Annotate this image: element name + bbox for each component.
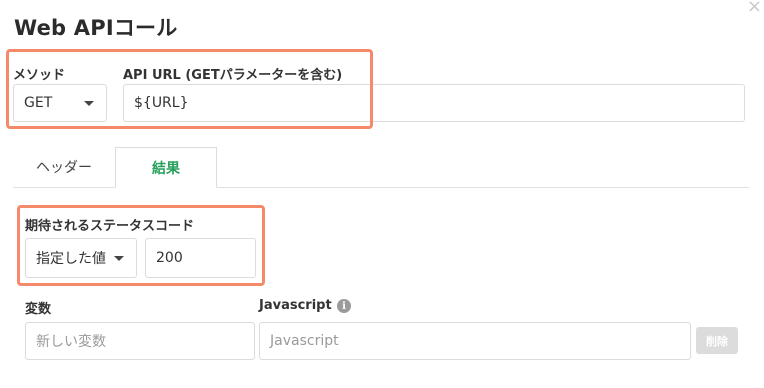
javascript-label: Javascript (259, 298, 332, 313)
chevron-down-icon (84, 101, 94, 106)
dialog-title: Web APIコール (14, 16, 178, 40)
method-value: GET (24, 95, 53, 111)
close-icon[interactable]: × (747, 0, 762, 16)
tab-result[interactable]: 結果 (115, 147, 217, 188)
javascript-input[interactable]: Javascript (259, 322, 691, 360)
tab-header[interactable]: ヘッダー (14, 147, 114, 187)
info-icon[interactable]: i (337, 299, 351, 313)
variable-placeholder: 新しい変数 (36, 334, 106, 350)
status-label: 期待されるステータスコード (25, 219, 195, 234)
status-mode-select[interactable]: 指定した値 (25, 238, 137, 278)
method-label: メソッド (13, 68, 66, 83)
method-select[interactable]: GET (13, 84, 107, 122)
url-value: ${URL} (134, 95, 189, 111)
variable-input[interactable]: 新しい変数 (25, 322, 255, 360)
status-mode-value: 指定した値 (36, 251, 106, 267)
delete-button[interactable]: 削除 (696, 327, 738, 354)
javascript-placeholder: Javascript (270, 333, 339, 349)
status-code-input[interactable]: 200 (145, 238, 256, 278)
chevron-down-icon (114, 256, 124, 261)
status-code-value: 200 (156, 250, 183, 266)
url-label: API URL (GETパラメーターを含む) (123, 68, 343, 83)
variable-label: 変数 (25, 302, 52, 317)
url-input[interactable]: ${URL} (123, 84, 745, 122)
